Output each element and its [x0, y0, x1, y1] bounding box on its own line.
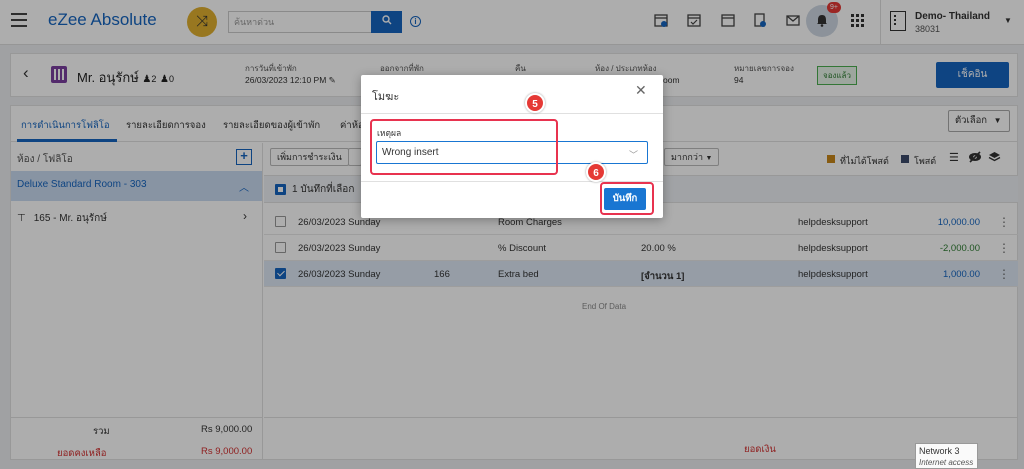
chevron-down-icon[interactable]: ﹀	[629, 148, 638, 161]
step-badge-6: 6	[586, 162, 606, 182]
tooltip-subtitle: Internet access	[919, 458, 974, 467]
highlight-save	[600, 182, 654, 215]
divider	[361, 113, 663, 114]
network-tooltip: Network 3 Internet access	[915, 443, 978, 469]
dialog-title: โมฆะ	[372, 91, 400, 103]
step-badge-5: 5	[525, 93, 545, 113]
highlight-reason	[370, 119, 558, 175]
close-icon[interactable]: ✕	[635, 82, 647, 99]
modal-backdrop[interactable]	[0, 0, 1024, 469]
tooltip-title: Network 3	[919, 446, 960, 456]
